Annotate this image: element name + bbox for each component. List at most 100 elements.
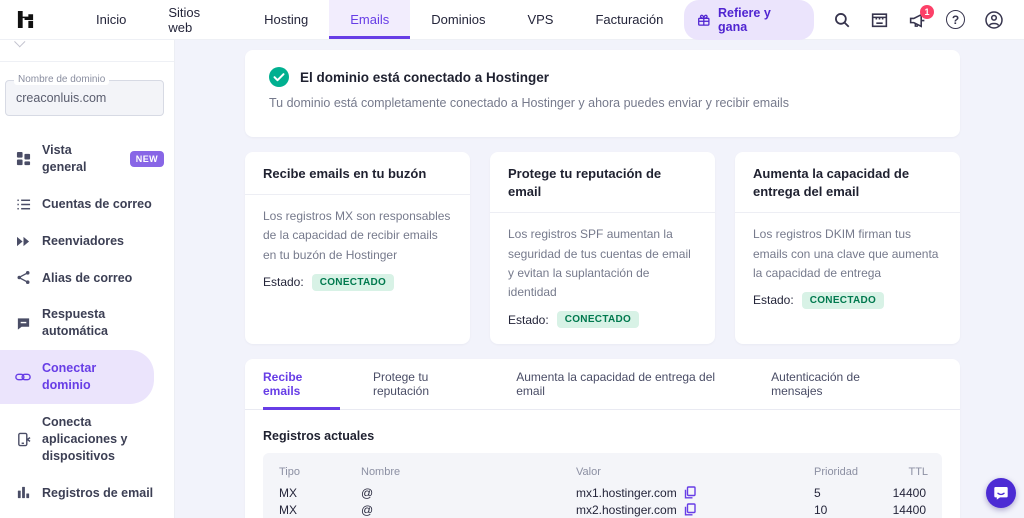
sidebar-item-label: Cuentas de correo xyxy=(42,196,152,211)
table-header-row: Tipo Nombre Valor Prioridad TTL xyxy=(279,463,929,480)
storefront-icon xyxy=(871,12,888,27)
card-description: Los registros MX son responsables de la … xyxy=(263,209,451,262)
chat-bubble-icon xyxy=(994,487,1008,500)
cell-valor: mx1.hostinger.com xyxy=(576,485,677,500)
col-prioridad: Prioridad xyxy=(814,465,859,478)
sidebar-item-label: Reenviadores xyxy=(42,233,124,248)
notification-badge: 1 xyxy=(920,4,934,19)
cell-nombre: @ xyxy=(361,502,374,517)
forward-icon xyxy=(15,235,31,248)
cell-ttl: 14400 xyxy=(892,502,926,517)
spf-card: Protege tu reputación de email Los regis… xyxy=(490,152,715,345)
sidebar-item-conecta-aplicaciones[interactable]: Conecta aplicaciones y dispositivos xyxy=(0,404,174,475)
nav-item-vps[interactable]: VPS xyxy=(506,0,574,39)
col-ttl: TTL xyxy=(908,465,929,478)
card-title: Recibe emails en tu buzón xyxy=(245,152,470,196)
sidebar-item-registros-de-email[interactable]: Registros de email xyxy=(0,475,174,512)
banner-title: El dominio está conectado a Hostinger xyxy=(300,69,550,85)
col-tipo: Tipo xyxy=(279,465,300,478)
card-description: Los registros SPF aumentan la seguridad … xyxy=(508,227,691,299)
sidebar: Nombre de dominio creaconluis.com Vista … xyxy=(0,40,175,518)
main-nav: Inicio Sitios web Hosting Emails Dominio… xyxy=(75,0,684,39)
main-content: El dominio está conectado a Hostinger Tu… xyxy=(175,40,1024,518)
gift-icon xyxy=(698,14,710,26)
hostinger-logo[interactable] xyxy=(16,0,35,39)
status-badge: CONECTADO xyxy=(556,311,640,329)
status-label: Estado: xyxy=(508,312,549,327)
table-row: MX @ mx2.hostinger.com 10 14400 xyxy=(279,501,926,518)
hostinger-logo-icon xyxy=(17,10,34,29)
account-button[interactable] xyxy=(984,10,1004,30)
sidebar-item-respuesta-automatica[interactable]: Respuesta automática xyxy=(0,296,174,350)
sidebar-item-importacion-de-email[interactable]: Importación de email xyxy=(0,511,174,518)
cell-ttl: 14400 xyxy=(892,485,926,500)
search-button[interactable] xyxy=(833,11,851,29)
cell-tipo: MX xyxy=(279,502,297,517)
sidebar-item-vista-general[interactable]: Vista general NEW xyxy=(0,132,174,186)
sidebar-item-conectar-dominio[interactable]: Conectar dominio xyxy=(0,350,154,404)
domain-connected-banner: El dominio está conectado a Hostinger Tu… xyxy=(245,50,960,137)
link-icon xyxy=(15,371,31,383)
col-valor: Valor xyxy=(576,465,601,478)
bar-chart-icon xyxy=(15,485,31,500)
chat-icon xyxy=(15,316,31,331)
banner-subtitle: Tu dominio está completamente conectado … xyxy=(269,96,789,110)
sidebar-item-label: Respuesta automática xyxy=(42,307,108,339)
dkim-card: Aumenta la capacidad de entrega del emai… xyxy=(735,152,960,345)
nav-item-dominios[interactable]: Dominios xyxy=(410,0,506,39)
refer-label: Refiere y gana xyxy=(717,5,771,34)
table-row: MX @ mx1.hostinger.com 5 14400 xyxy=(279,484,926,501)
record-cards-row: Recibe emails en tu buzón Los registros … xyxy=(245,152,960,345)
help-button[interactable]: ? xyxy=(946,10,965,29)
col-nombre: Nombre xyxy=(361,465,401,478)
nav-right-cluster: Refiere y gana 1 ? xyxy=(684,0,1024,40)
sidebar-item-label: Alias de correo xyxy=(42,270,133,285)
grid-icon xyxy=(15,151,31,166)
nav-item-emails[interactable]: Emails xyxy=(329,0,411,39)
tab-autenticacion-mensajes[interactable]: Autenticación de mensajes xyxy=(771,359,909,410)
nav-item-inicio[interactable]: Inicio xyxy=(75,0,147,39)
list-icon xyxy=(15,197,31,212)
chat-widget-button[interactable] xyxy=(986,478,1016,508)
cell-tipo: MX xyxy=(279,485,297,500)
tab-capacidad-entrega[interactable]: Aumenta la capacidad de entrega del emai… xyxy=(516,359,738,410)
records-section: Recibe emails Protege tu reputación Aume… xyxy=(245,359,960,518)
records-tabs: Recibe emails Protege tu reputación Aume… xyxy=(245,359,960,411)
sidebar-item-alias-de-correo[interactable]: Alias de correo xyxy=(0,260,174,297)
sidebar-item-reenviadores[interactable]: Reenviadores xyxy=(0,223,174,260)
sidebar-menu: Vista general NEW Cuentas de correo Reen… xyxy=(0,132,174,518)
mx-card: Recibe emails en tu buzón Los registros … xyxy=(245,152,470,345)
status-label: Estado: xyxy=(263,275,304,290)
user-avatar-icon xyxy=(985,10,1003,29)
help-icon: ? xyxy=(946,10,965,29)
tab-protege-reputacion[interactable]: Protege tu reputación xyxy=(373,359,483,410)
store-button[interactable] xyxy=(870,11,889,29)
new-badge: NEW xyxy=(129,150,164,167)
sidebar-top-divider xyxy=(0,40,174,62)
cell-nombre: @ xyxy=(361,485,374,500)
cell-prioridad: 5 xyxy=(814,485,821,500)
top-nav: Inicio Sitios web Hosting Emails Dominio… xyxy=(0,0,1024,40)
copy-icon[interactable] xyxy=(684,486,696,499)
sidebar-item-cuentas-de-correo[interactable]: Cuentas de correo xyxy=(0,186,174,223)
status-badge: CONECTADO xyxy=(801,291,885,309)
nav-item-hosting[interactable]: Hosting xyxy=(243,0,329,39)
nav-item-facturacion[interactable]: Facturación xyxy=(574,0,684,39)
tab-recibe-emails[interactable]: Recibe emails xyxy=(263,359,340,411)
status-label: Estado: xyxy=(753,293,794,308)
copy-icon[interactable] xyxy=(684,503,696,516)
announcements-button[interactable]: 1 xyxy=(908,4,934,29)
refer-and-earn-button[interactable]: Refiere y gana xyxy=(684,0,814,40)
card-title: Aumenta la capacidad de entrega del emai… xyxy=(735,152,960,214)
share-icon xyxy=(15,270,31,285)
cell-prioridad: 10 xyxy=(814,502,828,517)
domain-selector[interactable]: Nombre de dominio creaconluis.com xyxy=(5,74,164,116)
sidebar-item-label: Vista general xyxy=(42,143,87,174)
success-check-icon xyxy=(269,67,289,87)
current-records-table: Tipo Nombre Valor Prioridad TTL MX @ mx1… xyxy=(263,453,942,518)
cell-valor: mx2.hostinger.com xyxy=(576,502,677,517)
nav-item-sitios-web[interactable]: Sitios web xyxy=(147,0,243,39)
sidebar-item-label: Conecta aplicaciones y dispositivos xyxy=(42,414,128,463)
search-icon xyxy=(835,12,850,27)
sidebar-item-label: Conectar dominio xyxy=(42,361,97,392)
